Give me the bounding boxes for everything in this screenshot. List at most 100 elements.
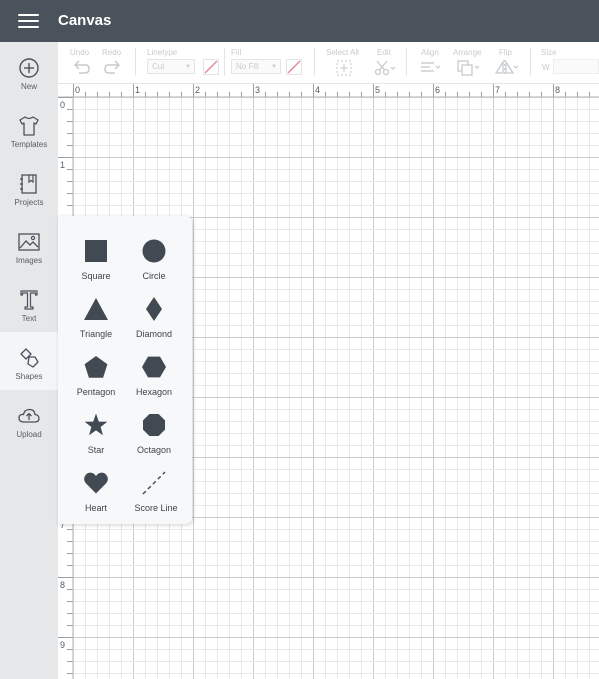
hexagon-icon — [142, 356, 166, 378]
shape-score-line-button[interactable]: Score Line — [122, 458, 186, 514]
select-all-label: Select All — [326, 48, 359, 57]
linetype-value: Cut — [152, 62, 165, 71]
chevron-down-icon: ▼ — [185, 64, 191, 70]
undo-label: Undo — [70, 48, 90, 57]
ruler-left-label: 9 — [60, 640, 65, 650]
shape-label: Diamond — [135, 329, 173, 339]
shape-label: Octagon — [136, 445, 172, 455]
shapes-icon — [20, 348, 39, 368]
align-left-icon — [421, 62, 441, 72]
notebook-icon — [20, 174, 37, 194]
shape-label: Pentagon — [76, 387, 116, 397]
shape-label: Hexagon — [135, 387, 173, 397]
sidebar-item-upload[interactable]: Upload — [0, 390, 58, 448]
sidebar-item-label: Shapes — [15, 372, 43, 381]
star-icon — [84, 413, 108, 436]
size-width-label: W — [542, 63, 550, 72]
flip-icon — [495, 60, 519, 76]
sidebar-item-label: Templates — [10, 140, 48, 149]
pentagon-icon — [84, 356, 108, 378]
shape-label: Square — [81, 271, 111, 281]
size-label: Size — [541, 48, 557, 57]
flip-label: Flip — [499, 48, 512, 57]
sidebar-item-projects[interactable]: Projects — [0, 158, 58, 216]
shape-triangle-button[interactable]: Triangle — [64, 284, 128, 340]
edit-label: Edit — [377, 48, 391, 57]
sidebar-item-shapes[interactable]: Shapes — [0, 332, 58, 390]
shape-heart-button[interactable]: Heart — [64, 458, 128, 514]
ruler-top-label: 4 — [315, 85, 320, 95]
ruler-left-label: 1 — [60, 160, 65, 170]
edit-toolbar: Undo Redo Linetype Cut ▼ Fill No Fill ▼ — [58, 42, 599, 84]
toolbar-divider — [530, 48, 531, 76]
toolbar-divider — [314, 48, 315, 76]
shape-label: Star — [87, 445, 105, 455]
fill-color-swatch-icon[interactable] — [286, 59, 302, 75]
shape-square-button[interactable]: Square — [64, 226, 128, 282]
ruler-top-label: 0 — [75, 85, 80, 95]
top-bar: Canvas — [0, 0, 599, 42]
sidebar-item-label: New — [20, 82, 37, 91]
arrange-label: Arrange — [453, 48, 482, 57]
align-label: Align — [421, 48, 439, 57]
size-width-input[interactable] — [553, 59, 599, 74]
shape-pentagon-button[interactable]: Pentagon — [64, 342, 128, 398]
select-all-icon — [336, 60, 352, 76]
sidebar-item-label: Text — [21, 314, 37, 323]
score-line-icon — [142, 471, 166, 495]
shape-diamond-button[interactable]: Diamond — [122, 284, 186, 340]
shape-octagon-button[interactable]: Octagon — [122, 400, 186, 456]
hamburger-menu-icon[interactable] — [18, 14, 39, 29]
ruler-left-label: 8 — [60, 580, 65, 590]
toolbar-divider — [135, 48, 136, 76]
shape-star-button[interactable]: Star — [64, 400, 128, 456]
scissors-icon — [374, 60, 396, 76]
ruler-top-label: 7 — [495, 85, 500, 95]
shape-circle-button[interactable]: Circle — [122, 226, 186, 282]
shape-label: Triangle — [79, 329, 113, 339]
shape-label: Score Line — [134, 503, 178, 513]
ruler-top-label: 3 — [255, 85, 260, 95]
text-t-icon — [20, 290, 38, 310]
sidebar: New Templates Projects Images Text Shape… — [0, 42, 58, 679]
shape-label: Circle — [142, 271, 166, 281]
arrange-icon — [457, 60, 480, 76]
toolbar-divider — [224, 48, 225, 76]
plus-circle-icon — [19, 58, 39, 78]
square-icon — [85, 240, 107, 262]
fill-select[interactable]: No Fill ▼ — [231, 59, 281, 74]
triangle-icon — [84, 298, 108, 320]
linetype-color-swatch-icon[interactable] — [203, 59, 219, 75]
toolbar-divider — [406, 48, 407, 76]
sidebar-item-label: Images — [15, 256, 43, 265]
fill-label: Fill — [231, 48, 242, 57]
sidebar-item-new[interactable]: New — [0, 42, 58, 100]
heart-icon — [84, 472, 108, 494]
undo-icon — [73, 60, 90, 74]
ruler-top-label: 1 — [135, 85, 140, 95]
fill-value: No Fill — [236, 62, 259, 71]
shape-hexagon-button[interactable]: Hexagon — [122, 342, 186, 398]
ruler-top-label: 2 — [195, 85, 200, 95]
linetype-select[interactable]: Cut ▼ — [147, 59, 195, 74]
sidebar-item-templates[interactable]: Templates — [0, 100, 58, 158]
ruler-left-label: 0 — [60, 100, 65, 110]
ruler-top-label: 5 — [375, 85, 380, 95]
redo-label: Redo — [102, 48, 122, 57]
page-title: Canvas — [58, 12, 112, 29]
ruler-top: 0 1 2 3 4 5 6 7 8 — [58, 84, 599, 97]
sidebar-item-label: Projects — [14, 198, 44, 207]
ruler-top-label: 6 — [435, 85, 440, 95]
shape-label: Heart — [84, 503, 107, 513]
chevron-down-icon: ▼ — [271, 64, 277, 70]
tshirt-icon — [19, 116, 39, 136]
image-icon — [18, 233, 40, 251]
sidebar-item-label: Upload — [16, 430, 42, 439]
circle-icon — [142, 239, 166, 263]
sidebar-item-text[interactable]: Text — [0, 274, 58, 332]
ruler-top-label: 8 — [555, 85, 560, 95]
linetype-label: Linetype — [147, 48, 178, 57]
sidebar-item-images[interactable]: Images — [0, 216, 58, 274]
redo-icon — [104, 60, 121, 74]
diamond-icon — [146, 297, 162, 321]
